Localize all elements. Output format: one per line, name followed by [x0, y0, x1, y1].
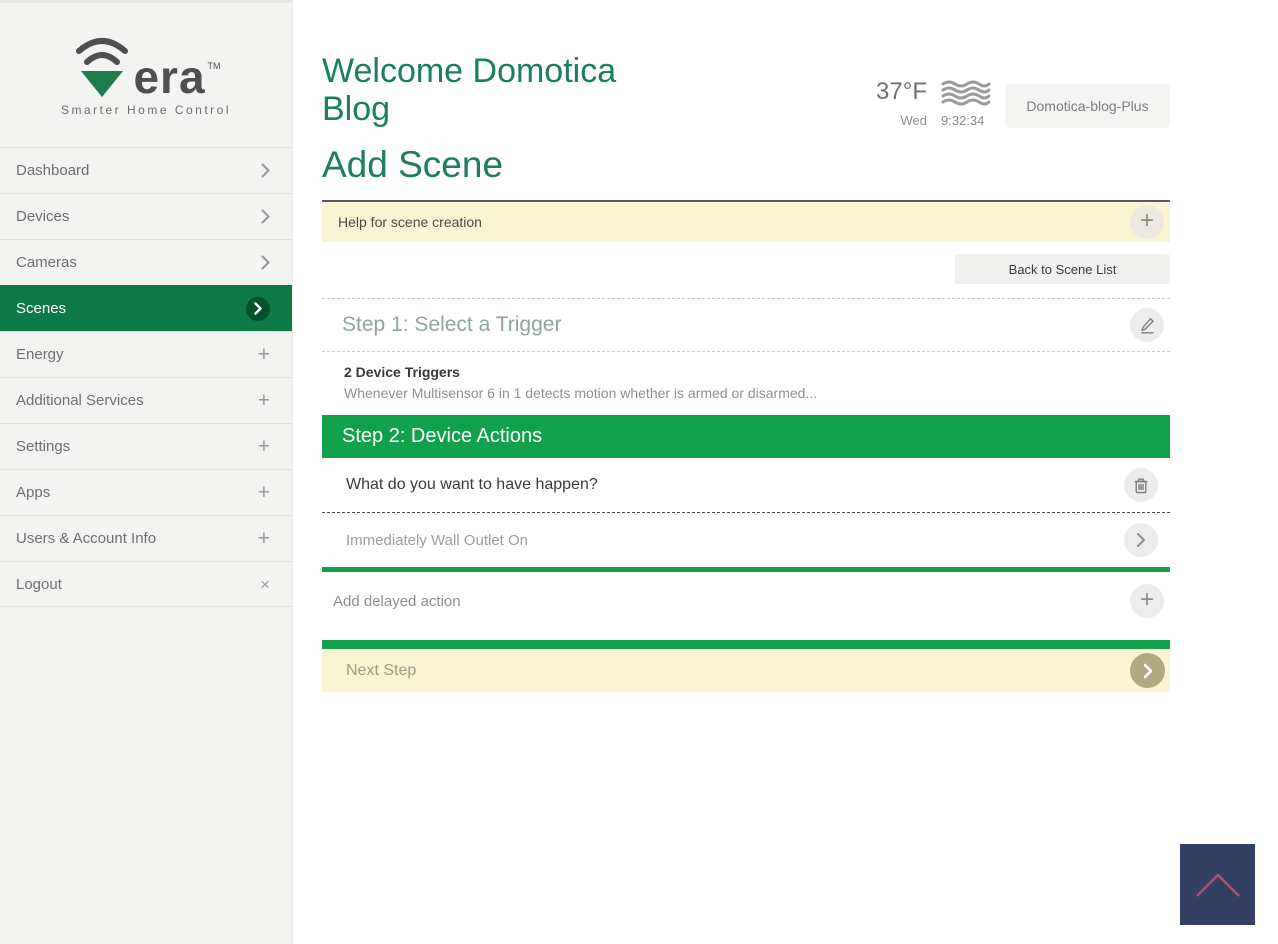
open-action-button[interactable]	[1124, 523, 1158, 558]
immediate-action-row[interactable]: Immediately Wall Outlet On	[322, 513, 1170, 567]
add-delayed-action-label: Add delayed action	[333, 592, 461, 610]
sidebar-item-cameras[interactable]: Cameras	[0, 239, 292, 285]
plus-icon: +	[1139, 586, 1154, 614]
plus-icon: +	[257, 343, 270, 366]
controller-name-badge[interactable]: Domotica-blog-Plus	[1005, 84, 1170, 129]
chevron-right-circle-icon	[1130, 653, 1165, 689]
plus-icon: +	[257, 527, 270, 550]
help-bar[interactable]: Help for scene creation +	[322, 200, 1170, 243]
help-bar-label: Help for scene creation	[338, 214, 482, 231]
sidebar-item-settings[interactable]: Settings +	[0, 423, 292, 469]
delete-action-button[interactable]	[1124, 468, 1158, 503]
add-delayed-action-button[interactable]: +	[1130, 584, 1164, 619]
vera-logo-icon	[71, 31, 133, 97]
clock-widget: 37°F Wed 9:32:34 Domotica-blog-Plus	[876, 52, 1170, 129]
step1-title: Step 1: Select a Trigger	[342, 313, 562, 337]
chevron-up-icon	[1193, 870, 1243, 900]
sidebar-menu: Dashboard Devices Cameras Scenes Energy	[0, 147, 292, 607]
scroll-to-top-button[interactable]	[1180, 844, 1255, 925]
trigger-count: 2 Device Triggers	[344, 364, 460, 381]
vera-logo: era TM Smarter Home Control	[0, 3, 292, 135]
plus-icon: +	[257, 435, 270, 458]
pencil-icon	[1140, 317, 1155, 334]
chevron-right-icon	[261, 209, 270, 224]
logo-tagline: Smarter Home Control	[60, 103, 232, 117]
page-title: Add Scene	[322, 144, 504, 186]
chevron-right-icon	[261, 163, 270, 178]
back-to-scene-list-button[interactable]: Back to Scene List	[955, 254, 1170, 285]
plus-icon: +	[257, 389, 270, 412]
next-step-section: Next Step	[322, 640, 1170, 693]
weekday-label: Wed	[900, 113, 928, 129]
step2-header: Step 2: Device Actions	[322, 415, 1170, 459]
immediate-action-label: Immediately Wall Outlet On	[346, 531, 528, 549]
weather-temp: 37°F	[876, 78, 927, 106]
sidebar: era TM Smarter Home Control Dashboard De…	[0, 0, 293, 944]
action-question: What do you want to have happen?	[346, 476, 598, 494]
sidebar-item-additional-services[interactable]: Additional Services +	[0, 377, 292, 423]
close-icon: ×	[260, 574, 270, 594]
logo-tm: TM	[207, 61, 221, 71]
add-delayed-action-row[interactable]: Add delayed action +	[322, 572, 1170, 630]
next-step-label: Next Step	[346, 661, 417, 679]
logo-brand-text: era	[133, 50, 206, 103]
sidebar-item-scenes[interactable]: Scenes	[0, 285, 292, 331]
step2-title: Step 2: Device Actions	[342, 425, 543, 448]
next-step-accent-bar	[322, 640, 1170, 650]
fog-weather-icon	[941, 80, 991, 106]
sidebar-item-apps[interactable]: Apps +	[0, 469, 292, 515]
chevron-right-icon	[261, 255, 270, 270]
help-expand-button[interactable]: +	[1130, 205, 1164, 240]
sidebar-item-energy[interactable]: Energy +	[0, 331, 292, 377]
sidebar-item-logout[interactable]: Logout ×	[0, 561, 292, 607]
sidebar-item-dashboard[interactable]: Dashboard	[0, 147, 292, 193]
device-action-card: What do you want to have happen? Immedia…	[322, 458, 1170, 573]
clock-time: 9:32:34	[941, 113, 985, 129]
chevron-right-icon	[1136, 532, 1146, 548]
sidebar-item-users-account[interactable]: Users & Account Info +	[0, 515, 292, 561]
chevron-right-circle-icon	[246, 296, 270, 321]
main-content: Welcome Domotica Blog 37°F Wed 9:32:34 D…	[293, 0, 1278, 944]
sidebar-item-devices[interactable]: Devices	[0, 193, 292, 239]
trigger-description: Whenever Multisensor 6 in 1 detects moti…	[344, 385, 818, 402]
welcome-heading: Welcome Domotica Blog	[322, 52, 617, 129]
plus-icon: +	[1139, 207, 1154, 235]
trash-icon	[1134, 477, 1148, 494]
trigger-summary-block: 2 Device Triggers Whenever Multisensor 6…	[322, 352, 1170, 415]
plus-icon: +	[257, 481, 270, 504]
step1-edit-button[interactable]	[1130, 308, 1164, 343]
next-step-button[interactable]: Next Step	[322, 649, 1170, 693]
